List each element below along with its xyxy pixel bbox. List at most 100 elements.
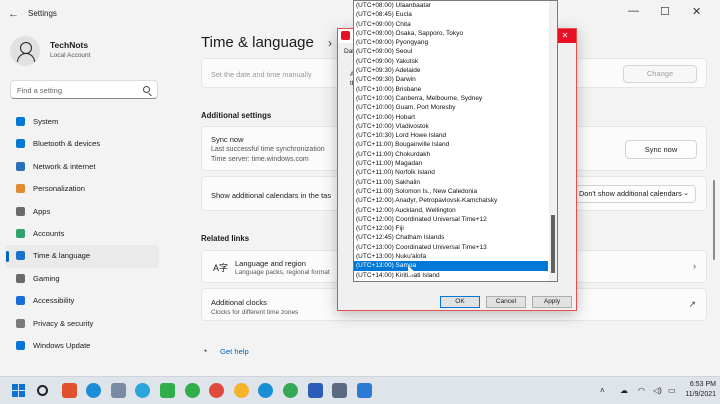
timezone-option[interactable]: (UTC+12:00) Auckland, Wellington	[354, 206, 548, 215]
sidebar-item[interactable]: Accounts	[5, 223, 159, 245]
timezone-option[interactable]: (UTC+09:00) Chita	[354, 20, 548, 29]
timezone-option[interactable]: (UTC+11:00) Bougainville Island	[354, 140, 548, 149]
chevron-up-icon[interactable]: ˄	[600, 386, 605, 395]
breadcrumb-chevron-icon: ›	[328, 36, 332, 50]
timezone-dropdown-list[interactable]: (UTC+08:00) Ulaanbaatar (UTC+08:45) Eucla…	[353, 0, 558, 282]
settings-gear-icon[interactable]	[332, 383, 348, 398]
battery-icon[interactable]: ▭	[668, 386, 676, 395]
gaming-icon	[16, 273, 25, 283]
edge-icon[interactable]	[258, 383, 274, 398]
clipboard-icon[interactable]	[356, 383, 372, 398]
sidebar-item-label: Personalization	[33, 184, 85, 194]
cloud-icon[interactable]: ☁	[620, 386, 628, 395]
timezone-option[interactable]: (UTC+09:00) Yakutsk	[354, 57, 548, 66]
timezone-option[interactable]: (UTC+10:00) Hobart	[354, 113, 548, 122]
timezone-option[interactable]: (UTC+12:00) Coordinated Universal Time+1…	[354, 215, 548, 224]
timezone-option[interactable]: (UTC+11:00) Chokurdakh	[354, 150, 548, 159]
additional-clocks-title: Additional clocks	[211, 298, 267, 307]
chrome-icon[interactable]	[209, 383, 225, 398]
change-button[interactable]: Change	[623, 65, 697, 83]
timezone-option[interactable]: (UTC+09:30) Adelaide	[354, 66, 548, 75]
timezone-list-scrollbar-thumb[interactable]	[551, 215, 555, 273]
apply-button[interactable]: Apply	[532, 296, 572, 308]
sidebar-item[interactable]: Network & internet	[5, 156, 159, 178]
ok-button[interactable]: OK	[440, 296, 480, 308]
file-explorer-icon[interactable]	[110, 383, 126, 398]
timezone-option[interactable]: (UTC+09:00) Osaka, Sapporo, Tokyo	[354, 29, 548, 38]
sidebar-item-label: Accessibility	[33, 296, 75, 306]
timezone-option[interactable]: (UTC+13:00) Coordinated Universal Time+1…	[354, 243, 548, 252]
timezone-option[interactable]: (UTC+13:00) Nuku'alofa	[354, 252, 548, 261]
timezone-option[interactable]: (UTC+12:00) Fiji	[354, 224, 548, 233]
sidebar-item[interactable]: Privacy & security	[5, 313, 159, 335]
maximize-icon[interactable]: ☐	[660, 5, 670, 18]
chrome-icon[interactable]	[283, 383, 298, 398]
accounts-icon	[16, 228, 25, 238]
sidebar-item-label: Accounts	[33, 228, 65, 238]
sidebar-item-label: Privacy & security	[33, 318, 94, 328]
update-icon	[16, 340, 25, 350]
timezone-option[interactable]: (UTC+10:00) Canberra, Melbourne, Sydney	[354, 94, 548, 103]
search-icon[interactable]	[37, 385, 48, 396]
timezone-list-scrollbar[interactable]	[549, 1, 557, 281]
word-icon[interactable]	[307, 383, 323, 398]
camtasia-icon[interactable]	[160, 383, 175, 398]
timezone-option[interactable]: (UTC+12:45) Chatham Islands	[354, 233, 548, 242]
globe-clock-icon	[16, 251, 25, 261]
sidebar-item[interactable]: Bluetooth & devices	[5, 133, 159, 155]
search-input[interactable]: Find a setting	[10, 80, 158, 99]
taskbar-clock-date[interactable]: 11/9/2021	[682, 391, 716, 398]
timezone-option[interactable]: (UTC+14:00) Kiritimati Island	[354, 271, 548, 280]
sidebar-item[interactable]: System	[5, 111, 159, 133]
sidebar-item[interactable]: Apps	[5, 201, 159, 223]
related-links-heading: Related links	[201, 234, 250, 243]
account-type: Local Account	[50, 52, 91, 59]
timezone-option[interactable]: (UTC+11:00) Solomon Is., New Caledonia	[354, 187, 548, 196]
system-icon	[16, 117, 25, 126]
calendars-dropdown[interactable]: Don't show additional calendars ⌄	[572, 185, 696, 203]
taskbar-clock-time[interactable]: 6:53 PM	[682, 381, 716, 388]
timezone-option[interactable]: (UTC+10:00) Brisbane	[354, 85, 548, 94]
volume-icon[interactable]: ◁)	[653, 386, 662, 395]
snip-tool-icon[interactable]	[61, 383, 77, 398]
get-help-link[interactable]: Get help	[220, 347, 249, 356]
start-button[interactable]	[12, 384, 25, 397]
sidebar-item[interactable]: Gaming	[5, 268, 159, 290]
cancel-button[interactable]: Cancel	[486, 296, 526, 308]
edge-icon[interactable]	[86, 383, 102, 398]
brush-icon	[16, 184, 25, 194]
edge-icon[interactable]	[135, 383, 151, 398]
sidebar-item[interactable]: Accessibility	[5, 290, 159, 312]
sidebar-item[interactable]: Time & language	[5, 245, 159, 268]
timezone-option[interactable]: (UTC+08:45) Eucla	[354, 10, 548, 19]
timezone-option[interactable]: (UTC+13:00) Samoa	[354, 261, 548, 271]
timezone-option[interactable]: (UTC+11:00) Magadan	[354, 159, 548, 168]
sidebar-item-label: Gaming	[33, 273, 60, 283]
app-title: Settings	[28, 9, 57, 18]
timezone-option[interactable]: (UTC+11:00) Norfolk Island	[354, 168, 548, 177]
close-icon[interactable]: ✕	[692, 5, 701, 18]
chrome-icon[interactable]	[233, 383, 249, 398]
timezone-option[interactable]: (UTC+09:00) Seoul	[354, 47, 548, 56]
minimize-icon[interactable]: —	[628, 5, 639, 17]
timezone-option[interactable]: (UTC+09:00) Pyongyang	[354, 38, 548, 47]
page-scrollbar[interactable]	[712, 30, 716, 368]
timezone-option[interactable]: (UTC+12:00) Anadyr, Petropavlovsk-Kamcha…	[354, 196, 548, 205]
timezone-option[interactable]: (UTC+09:30) Darwin	[354, 75, 548, 84]
timezone-option[interactable]: (UTC+10:00) Guam, Port Moresby	[354, 103, 548, 112]
dialog-app-icon	[341, 31, 350, 40]
sidebar-item-label: Network & internet	[33, 161, 96, 171]
sidebar-item[interactable]: Windows Update	[5, 335, 159, 357]
timezone-option[interactable]: (UTC+10:00) Vladivostok	[354, 122, 548, 131]
wifi-icon[interactable]: ◠	[638, 386, 645, 395]
sidebar-item-label: Windows Update	[33, 340, 91, 350]
timezone-option[interactable]: (UTC+10:30) Lord Howe Island	[354, 131, 548, 140]
timezone-option[interactable]: (UTC+11:00) Sakhalin	[354, 178, 548, 187]
sync-now-title: Sync now	[211, 135, 244, 144]
chrome-icon[interactable]	[184, 383, 200, 398]
timezone-option[interactable]: (UTC+08:00) Ulaanbaatar	[354, 1, 548, 10]
sidebar-item[interactable]: Personalization	[5, 178, 159, 200]
sync-now-button[interactable]: Sync now	[625, 140, 697, 159]
back-arrow-icon[interactable]: ←	[8, 8, 19, 20]
page-scrollbar-thumb[interactable]	[713, 180, 715, 260]
